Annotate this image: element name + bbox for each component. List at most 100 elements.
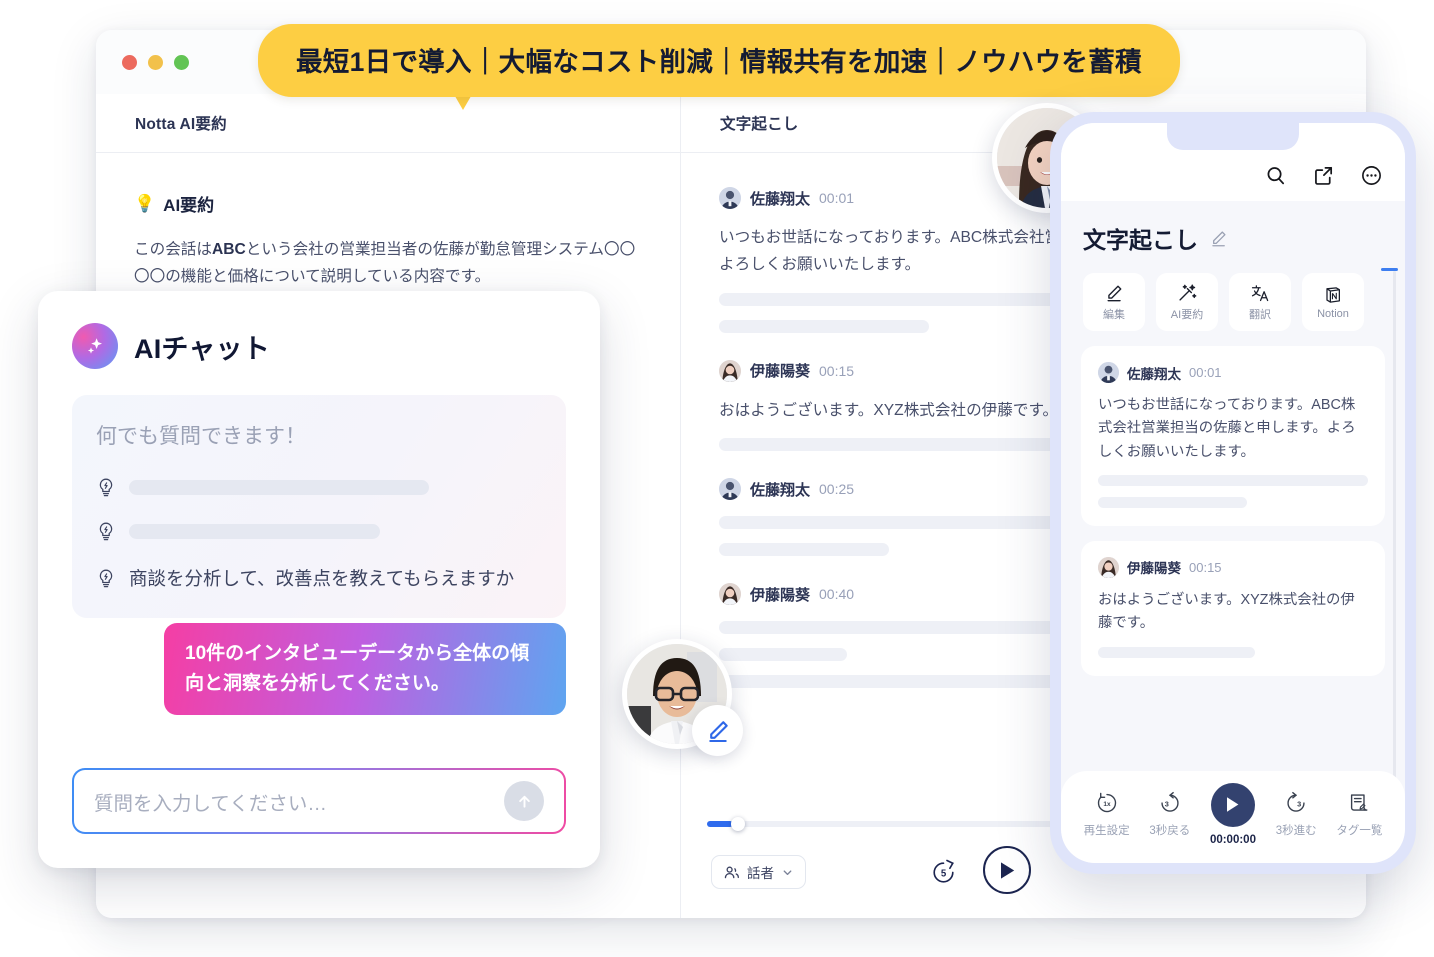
transcript-skeleton-line xyxy=(719,319,929,333)
transcript-skeleton-line xyxy=(719,648,847,662)
ai-suggestion-item[interactable] xyxy=(96,521,542,542)
speaker-filter-label: 話者 xyxy=(747,866,774,881)
ai-chat-input-container[interactable]: 質問を入力してください… xyxy=(72,768,566,834)
svg-text:3: 3 xyxy=(1165,799,1169,808)
play-icon xyxy=(1210,782,1255,827)
magic-wand-icon xyxy=(1177,283,1197,303)
player-label: 再生設定 xyxy=(1083,824,1130,837)
phone-card-header: 伊藤陽葵 00:15 xyxy=(1098,556,1368,578)
tool-translate-button[interactable]: 翻訳 xyxy=(1229,273,1291,331)
transcript-speaker-name: 佐藤翔太 xyxy=(750,190,811,208)
sparkle-icon xyxy=(72,323,118,369)
lightbulb-icon: 💡 xyxy=(134,194,156,213)
pencil-icon[interactable] xyxy=(1209,229,1228,248)
phone-skeleton-line xyxy=(1098,496,1247,508)
ai-chat-input-inner[interactable]: 質問を入力してください… xyxy=(74,770,564,832)
tag-list-button[interactable]: タグ一覧 xyxy=(1330,791,1388,838)
ai-summary-body: 💡 AI要約 この会話はABCという会社の営業担当者の佐藤が勤怠管理システム〇〇… xyxy=(96,153,680,291)
ai-suggestion-item[interactable]: 商談を分析して、改善点を教えてもらえますか xyxy=(96,565,542,591)
tag-list-icon xyxy=(1347,791,1371,815)
promo-banner: 最短1日で導入｜大幅なコスト削減｜情報共有を加速｜ノウハウを蓄積 xyxy=(258,24,1180,97)
tool-ai-summary-button[interactable]: AI要約 xyxy=(1156,273,1218,331)
people-icon xyxy=(723,864,740,881)
phone-speaker-name: 佐藤翔太 xyxy=(1127,366,1181,382)
screenshot-root: Notta AI要約 💡 AI要約 この会話はABCという会社の営業担当者の佐藤… xyxy=(0,0,1434,957)
phone-tool-row: 編集 AI要約 翻訳 Notion xyxy=(1061,255,1405,331)
avatar xyxy=(719,478,741,501)
pencil-icon xyxy=(1104,283,1124,303)
rewind-3-icon: 3 xyxy=(1158,791,1182,815)
phone-skeleton-line xyxy=(1098,474,1368,486)
transcript-timestamp[interactable]: 00:01 xyxy=(819,190,854,206)
transcript-timestamp[interactable]: 00:40 xyxy=(819,586,854,602)
avatar xyxy=(719,359,741,382)
notion-icon xyxy=(1323,285,1343,305)
speaker-filter-dropdown[interactable]: 話者 xyxy=(711,855,806,889)
transcript-pane-title: 文字起こし xyxy=(720,116,799,133)
ai-chat-card: AIチャット 何でも質問できます！ 商談を分析して、改善点を教えてもらえますか … xyxy=(38,291,600,868)
ai-suggestion-label: 商談を分析して、改善点を教えてもらえますか xyxy=(129,568,515,589)
window-close-button[interactable] xyxy=(122,54,137,70)
phone-title-row: 文字起こし xyxy=(1061,201,1405,255)
window-maximize-button[interactable] xyxy=(174,54,189,70)
phone-play-button[interactable]: 00:00:00 xyxy=(1204,782,1262,846)
avatar xyxy=(1098,556,1119,578)
tool-notion-button[interactable]: Notion xyxy=(1302,273,1364,331)
player-label: 3秒進む xyxy=(1275,824,1317,837)
svg-text:5: 5 xyxy=(941,869,947,880)
phone-transcript-card[interactable]: 伊藤陽葵 00:15 おはようございます。XYZ株式会社の伊藤です。 xyxy=(1081,540,1385,676)
ai-suggestion-placeholder-bar xyxy=(129,480,429,495)
ai-summary-section-label: AI要約 xyxy=(163,196,215,215)
chevron-down-icon xyxy=(781,866,794,879)
ai-chat-panel-title: 何でも質問できます！ xyxy=(96,425,306,448)
playback-time: 00:00:00 xyxy=(1209,833,1256,846)
transcript-speaker-name: 伊藤陽葵 xyxy=(750,586,811,604)
transcript-timestamp[interactable]: 00:25 xyxy=(819,481,854,497)
tool-label: 翻訳 xyxy=(1249,308,1271,321)
transcript-timestamp[interactable]: 00:15 xyxy=(819,363,854,379)
playback-settings-button[interactable]: 1x 再生設定 xyxy=(1078,791,1136,838)
phone-card-text: いつもお世話になっております。ABC株式会社営業担当の佐藤と申します。よろしくお… xyxy=(1098,397,1356,460)
phone-skeleton-line xyxy=(1098,646,1255,658)
play-button[interactable] xyxy=(983,846,1031,894)
phone-page-title: 文字起こし xyxy=(1083,227,1198,253)
pencil-icon[interactable] xyxy=(692,705,743,756)
phone-notch xyxy=(1167,123,1299,150)
ai-suggestion-item[interactable] xyxy=(96,477,542,498)
svg-text:1x: 1x xyxy=(1103,800,1111,807)
ai-chat-user-message: 10件のインタビューデータから全体の傾向と洞察を分析してください。 xyxy=(164,623,566,716)
transcript-skeleton-line xyxy=(719,543,889,557)
phone-screen: 文字起こし 編集 AI要約 翻訳 Notion 佐藤翔太 00:01 いつもお世… xyxy=(1061,123,1405,863)
ai-summary-pane-header: Notta AI要約 xyxy=(96,94,680,153)
ai-chat-input-placeholder[interactable]: 質問を入力してください… xyxy=(94,787,504,816)
ai-suggestion-placeholder-bar xyxy=(129,524,380,539)
bulb-icon xyxy=(96,568,116,589)
forward-3-seconds-button[interactable]: 3 3秒進む xyxy=(1267,791,1325,838)
rewind-3-seconds-button[interactable]: 3 3秒戻る xyxy=(1141,791,1199,838)
window-minimize-button[interactable] xyxy=(148,54,163,70)
phone-card-header: 佐藤翔太 00:01 xyxy=(1098,362,1368,383)
send-button[interactable] xyxy=(504,781,544,821)
avatar xyxy=(719,187,741,209)
playback-progress-knob[interactable] xyxy=(731,817,745,831)
phone-player-bar: 1x 再生設定 3 3秒戻る 00:00:00 3 3秒進む タグ一覧 xyxy=(1061,771,1405,863)
phone-scrollbar-track[interactable] xyxy=(1393,271,1396,835)
rewind-5-seconds-button[interactable]: 5 xyxy=(929,858,958,887)
bulb-icon xyxy=(96,477,116,498)
svg-text:3: 3 xyxy=(1297,799,1301,808)
phone-timestamp[interactable]: 00:15 xyxy=(1189,560,1222,575)
phone-timestamp[interactable]: 00:01 xyxy=(1189,365,1222,380)
transcript-speaker-name: 伊藤陽葵 xyxy=(750,363,811,381)
mobile-phone-mockup: 文字起こし 編集 AI要約 翻訳 Notion 佐藤翔太 00:01 いつもお世… xyxy=(1050,112,1416,874)
share-export-icon[interactable] xyxy=(1312,164,1335,187)
tool-edit-button[interactable]: 編集 xyxy=(1083,273,1145,331)
phone-transcript-card[interactable]: 佐藤翔太 00:01 いつもお世話になっております。ABC株式会社営業担当の佐藤… xyxy=(1081,346,1385,526)
more-icon[interactable] xyxy=(1360,164,1383,187)
search-icon[interactable] xyxy=(1264,164,1287,187)
ai-summary-text-prefix: この会話は xyxy=(134,241,212,258)
translate-icon xyxy=(1250,283,1270,303)
tool-label: AI要約 xyxy=(1170,308,1204,321)
player-label: 3秒戻る xyxy=(1149,824,1191,837)
avatar xyxy=(1098,362,1119,383)
bulb-icon xyxy=(96,521,116,542)
